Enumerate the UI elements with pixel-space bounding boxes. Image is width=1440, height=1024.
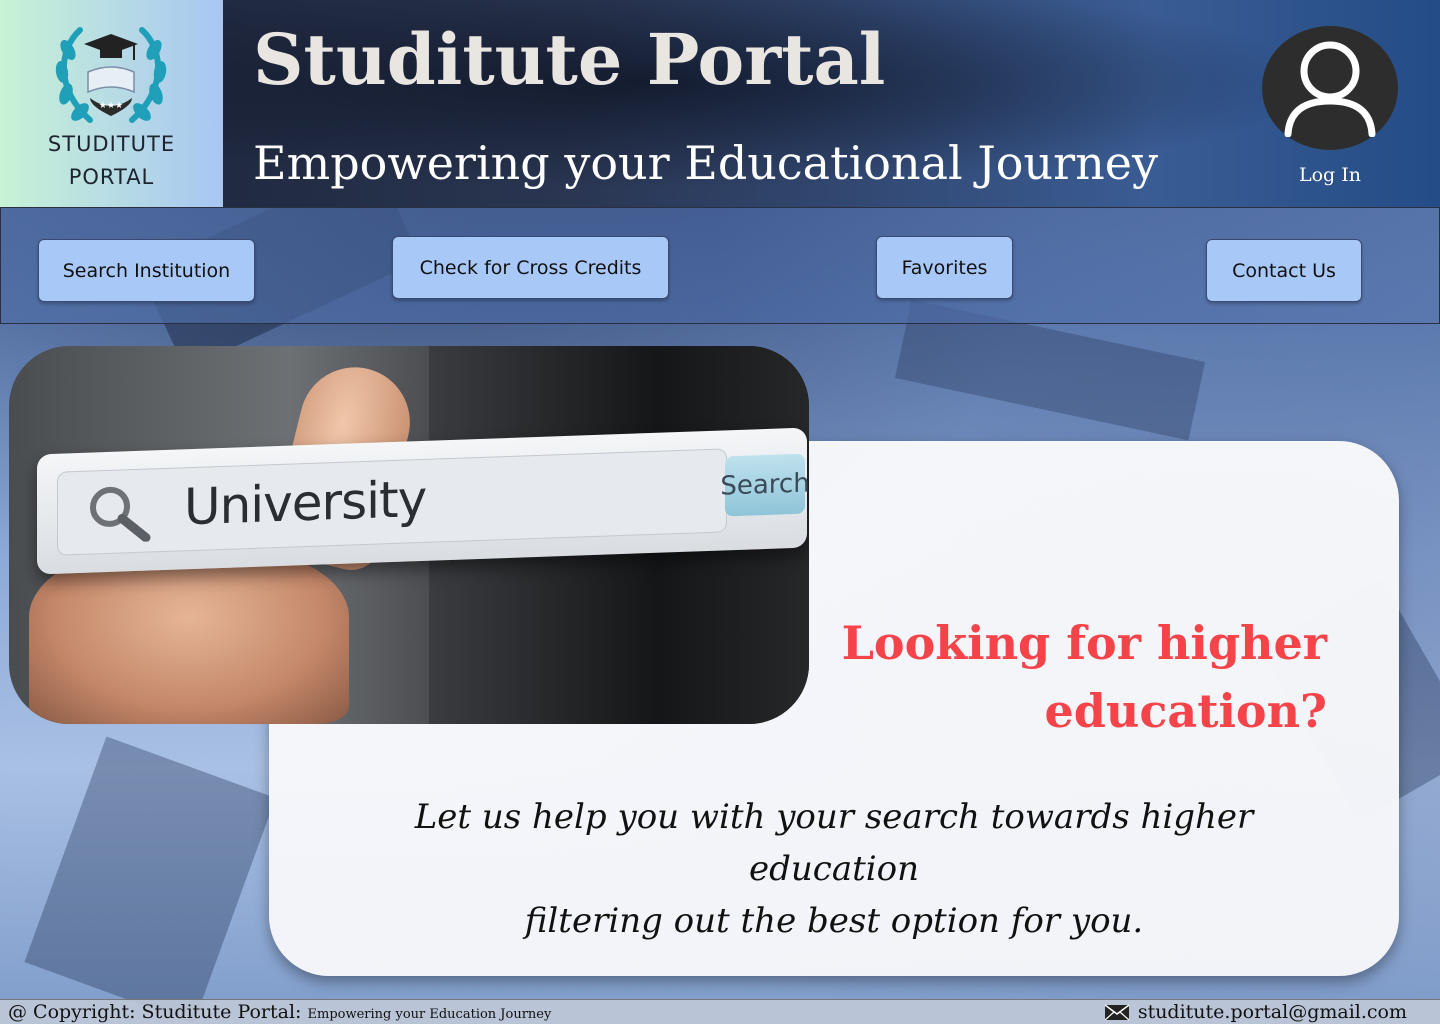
hero-image-search-field: University	[57, 448, 727, 556]
laurel-graduation-cap-icon: ★★★	[55, 27, 167, 123]
hero-description-line2: filtering out the best option for you.	[524, 901, 1144, 941]
nav-cross-credits-button[interactable]: Check for Cross Credits	[392, 236, 669, 299]
logo[interactable]: ★★★ STUDITUTE PORTAL	[0, 0, 223, 207]
logo-text-line2: PORTAL	[68, 165, 155, 189]
site-footer: @ Copyright: Studitute Portal: Empowerin…	[0, 999, 1440, 1024]
hero-heading: Looking for higher education?	[787, 609, 1327, 745]
footer-email[interactable]: studitute.portal@gmail.com	[1104, 1001, 1407, 1023]
user-icon	[1284, 41, 1376, 137]
nav-search-institution-button[interactable]: Search Institution	[38, 239, 255, 302]
envelope-icon	[1104, 1003, 1130, 1020]
hero-image: University Search	[9, 346, 809, 724]
background-cap-shape	[24, 736, 276, 1024]
site-header: ★★★ STUDITUTE PORTAL Studitute Portal Em…	[0, 0, 1440, 207]
hero-image-query: University	[184, 469, 427, 537]
svg-text:★★★: ★★★	[99, 101, 123, 111]
avatar[interactable]	[1262, 26, 1398, 150]
hero-image-search-button: Search	[720, 453, 809, 517]
copyright-prefix: @ Copyright: Studitute Portal:	[8, 1001, 302, 1023]
main-nav: Search Institution Check for Cross Credi…	[0, 207, 1440, 324]
login-label[interactable]: Log In	[1262, 164, 1398, 186]
copyright-suffix: Empowering your Education Journey	[307, 1007, 552, 1022]
hero-heading-line2: education?	[1044, 684, 1328, 738]
logo-text-line1: STUDITUTE	[47, 132, 176, 156]
hero-description: Let us help you with your search towards…	[329, 791, 1339, 947]
copyright: @ Copyright: Studitute Portal: Empowerin…	[8, 1001, 551, 1023]
nav-favorites-button[interactable]: Favorites	[876, 236, 1013, 299]
footer-email-address[interactable]: studitute.portal@gmail.com	[1138, 1001, 1407, 1023]
nav-contact-us-button[interactable]: Contact Us	[1206, 239, 1362, 302]
site-tagline: Empowering your Educational Journey	[253, 136, 1158, 190]
hero-description-line1: Let us help you with your search towards…	[414, 797, 1254, 889]
site-title: Studitute Portal	[253, 18, 886, 101]
login-button[interactable]: Log In	[1262, 26, 1398, 186]
search-icon	[90, 486, 151, 543]
hero-heading-line1: Looking for higher	[841, 616, 1327, 670]
